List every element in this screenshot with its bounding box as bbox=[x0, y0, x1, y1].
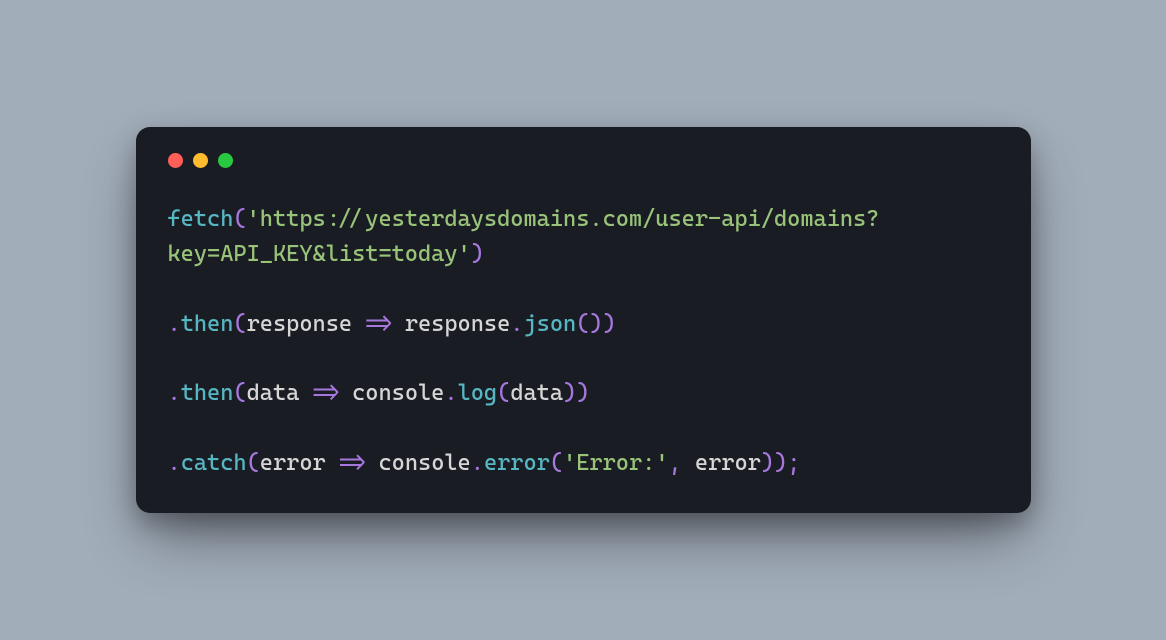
code-token-punc: () bbox=[576, 311, 602, 337]
code-snippet-window: fetch('https://yesterdaysdomains.com/use… bbox=[136, 127, 1031, 513]
code-token-param: data bbox=[510, 380, 563, 406]
code-block[interactable]: fetch('https://yesterdaysdomains.com/use… bbox=[168, 202, 999, 481]
code-token-punc: ) bbox=[761, 450, 774, 476]
code-token-punc: ; bbox=[787, 450, 800, 476]
code-token-obj: console bbox=[352, 380, 444, 406]
zoom-icon[interactable] bbox=[218, 153, 233, 168]
code-token-string: 'https://yesterdaysdomains.com/user-api/… bbox=[168, 206, 880, 267]
code-token-punc: . bbox=[168, 380, 181, 406]
code-token-punc: ( bbox=[247, 450, 260, 476]
code-token-arrow: => bbox=[326, 450, 379, 476]
close-icon[interactable] bbox=[168, 153, 183, 168]
code-token-param: data bbox=[247, 380, 300, 406]
minimize-icon[interactable] bbox=[193, 153, 208, 168]
code-token-punc: ( bbox=[233, 311, 246, 337]
code-token-punc: . bbox=[510, 311, 523, 337]
code-token-punc: ( bbox=[550, 450, 563, 476]
code-token-obj: response bbox=[405, 311, 510, 337]
code-token-punc: , bbox=[669, 450, 695, 476]
code-token-param: error bbox=[695, 450, 761, 476]
code-token-method: then bbox=[181, 311, 234, 337]
code-token-punc: ) bbox=[603, 311, 616, 337]
code-token-prop: error bbox=[484, 450, 550, 476]
code-token-punc: . bbox=[168, 450, 181, 476]
code-token-arrow: => bbox=[299, 380, 352, 406]
code-token-string: 'Error:' bbox=[563, 450, 668, 476]
code-token-punc: . bbox=[471, 450, 484, 476]
window-controls bbox=[168, 153, 999, 168]
code-token-param: response bbox=[247, 311, 352, 337]
code-token-punc: ) bbox=[774, 450, 787, 476]
code-token-punc: ( bbox=[233, 206, 246, 232]
code-token-obj: console bbox=[378, 450, 470, 476]
code-token-punc: ) bbox=[471, 241, 484, 267]
code-token-punc: ) bbox=[576, 380, 589, 406]
code-token-punc: ( bbox=[497, 380, 510, 406]
code-token-param: error bbox=[260, 450, 326, 476]
code-token-prop: json bbox=[523, 311, 576, 337]
code-token-arrow: => bbox=[352, 311, 405, 337]
code-token-method: catch bbox=[181, 450, 247, 476]
code-token-method: then bbox=[181, 380, 234, 406]
code-token-punc: . bbox=[444, 380, 457, 406]
code-token-punc: ) bbox=[563, 380, 576, 406]
code-token-punc: . bbox=[168, 311, 181, 337]
code-token-fn: fetch bbox=[168, 206, 234, 232]
code-token-prop: log bbox=[458, 380, 498, 406]
code-token-punc: ( bbox=[233, 380, 246, 406]
